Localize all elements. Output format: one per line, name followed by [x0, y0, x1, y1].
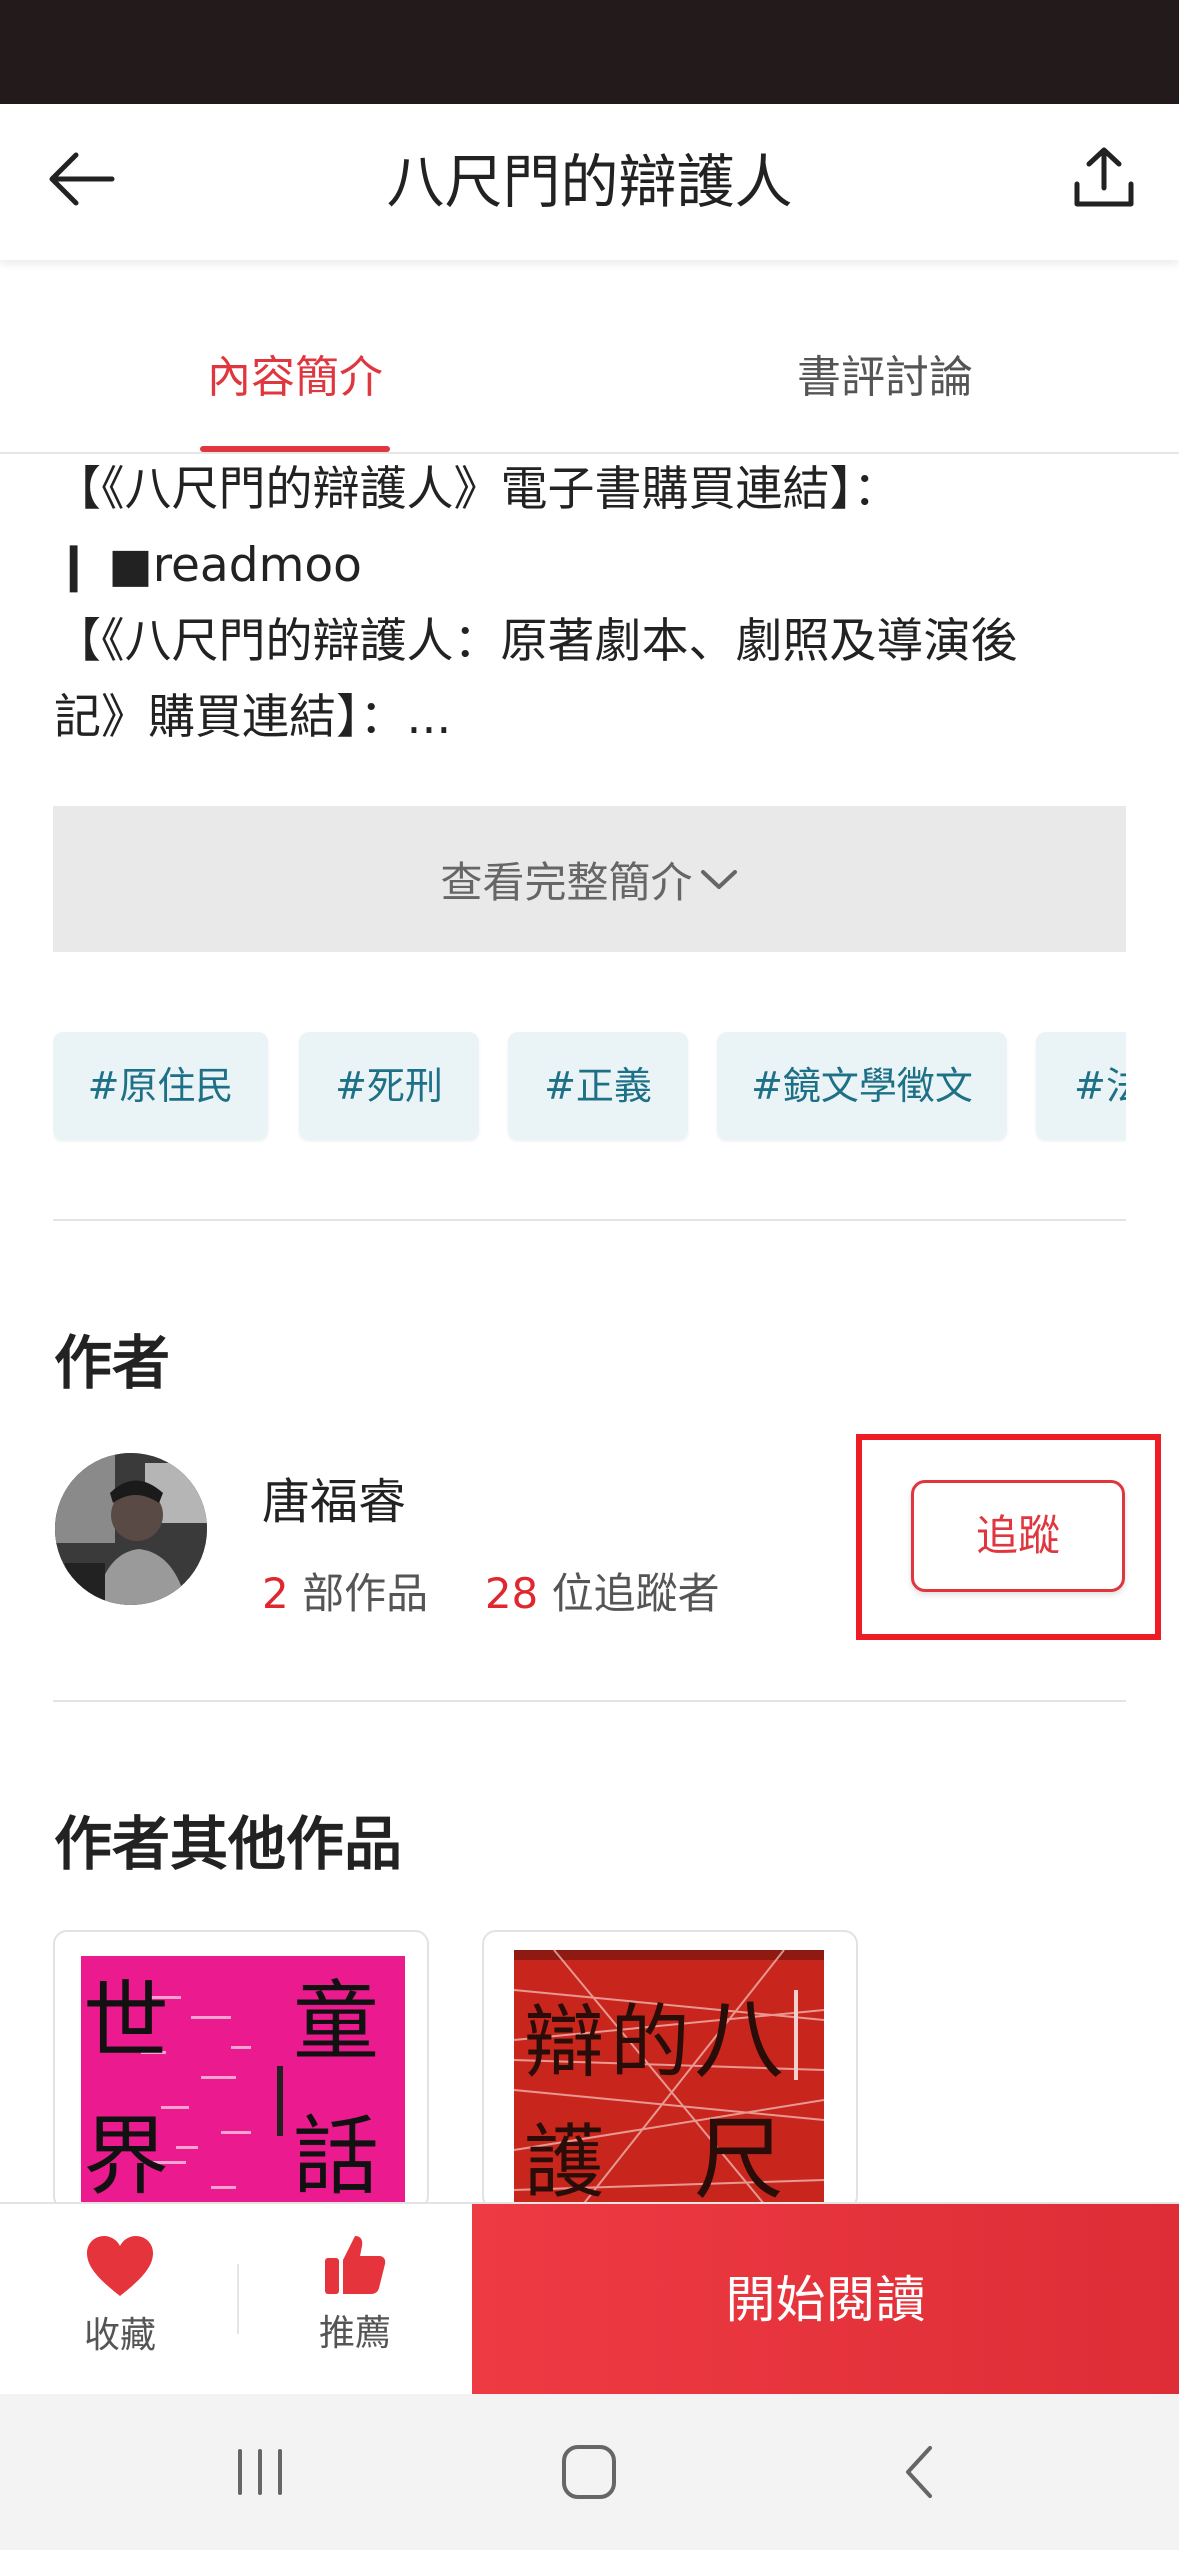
bottom-action-bar: 收藏 推薦 開始閱讀	[0, 2202, 1179, 2396]
page-title: 八尺門的辯護人	[386, 148, 793, 216]
book-card[interactable]: 世 界 童 話	[53, 1930, 429, 2210]
svg-text:話: 話	[293, 2107, 379, 2207]
intro-text: 【《八尺門的辯護人》電子書購買連結】： ❙ ■readmoo 【《八尺門的辯護人…	[54, 452, 1134, 756]
back-nav-icon[interactable]	[880, 2432, 960, 2512]
svg-text:的: 的	[610, 1996, 690, 2089]
start-reading-button[interactable]: 開始閱讀	[472, 2204, 1179, 2396]
book-card[interactable]: 辯 的 八 護 尺	[482, 1930, 858, 2210]
status-bar	[0, 0, 1179, 104]
share-button[interactable]	[1059, 132, 1149, 222]
tag-chip[interactable]: #死刑	[299, 1032, 479, 1140]
works-label: 部作品	[302, 1569, 429, 1618]
followers-count: 28	[484, 1569, 539, 1618]
home-icon[interactable]	[549, 2432, 629, 2512]
recent-apps-icon[interactable]	[220, 2432, 300, 2512]
intro-line: 【《八尺門的辯護人：原著劇本、劇照及導演後	[54, 614, 1018, 669]
recommend-button[interactable]: 推薦	[275, 2232, 435, 2382]
svg-text:童: 童	[293, 1972, 379, 2072]
tab-intro[interactable]: 內容簡介	[180, 290, 410, 454]
tag-chip[interactable]: #鏡文學徵文	[717, 1032, 1007, 1140]
tag-list: #原住民 #死刑 #正義 #鏡文學徵文 #法	[53, 1032, 1126, 1142]
chevron-down-icon	[699, 864, 739, 894]
svg-text:世: 世	[83, 1972, 169, 2072]
recommend-label: 推薦	[318, 2313, 391, 2354]
other-works-title: 作者其他作品	[54, 1810, 403, 1878]
intro-line: 記》購買連結】：...	[54, 690, 452, 745]
avatar[interactable]	[55, 1453, 207, 1605]
favorite-button[interactable]: 收藏	[40, 2234, 200, 2384]
tab-bar: 內容簡介 書評討論	[0, 290, 1179, 454]
svg-text:尺: 尺	[694, 2107, 784, 2210]
back-button[interactable]	[36, 134, 126, 224]
intro-line: 【《八尺門的辯護人》電子書購買連結】：	[54, 462, 900, 517]
arrow-left-icon	[49, 152, 115, 206]
thumbs-up-icon	[325, 2236, 386, 2294]
author-name[interactable]: 唐福睿	[262, 1462, 406, 1532]
expand-intro-label: 查看完整簡介	[440, 857, 693, 907]
divider	[53, 1219, 1126, 1221]
svg-text:界: 界	[83, 2107, 169, 2207]
tag-chip[interactable]: #正義	[508, 1032, 688, 1140]
tag-chip[interactable]: #法	[1036, 1032, 1126, 1140]
tab-reviews[interactable]: 書評討論	[760, 290, 1010, 454]
book-cover-image: 世 界 童 話	[81, 1956, 405, 2208]
system-nav-bar	[0, 2394, 1179, 2550]
works-count: 2	[262, 1569, 289, 1618]
author-stats: 2 部作品 28 位追蹤者	[262, 1560, 720, 1621]
svg-text:辯: 辯	[524, 1996, 604, 2089]
intro-line: ❙ ■readmoo	[54, 538, 362, 593]
follow-button[interactable]: 追蹤	[911, 1480, 1125, 1592]
svg-text:八: 八	[694, 1987, 784, 2092]
separator	[237, 2264, 239, 2334]
author-section-title: 作者	[54, 1329, 171, 1397]
heart-icon	[87, 2236, 153, 2296]
divider	[53, 1700, 1126, 1702]
share-upload-icon	[1074, 147, 1134, 207]
book-cover-image: 辯 的 八 護 尺	[514, 1950, 824, 2210]
favorite-label: 收藏	[83, 2315, 156, 2356]
tag-chip[interactable]: #原住民	[53, 1032, 268, 1140]
followers-label: 位追蹤者	[551, 1569, 720, 1618]
svg-text:護: 護	[524, 2116, 604, 2209]
app-header: 八尺門的辯護人	[0, 104, 1179, 260]
expand-intro-button[interactable]: 查看完整簡介	[53, 806, 1126, 952]
